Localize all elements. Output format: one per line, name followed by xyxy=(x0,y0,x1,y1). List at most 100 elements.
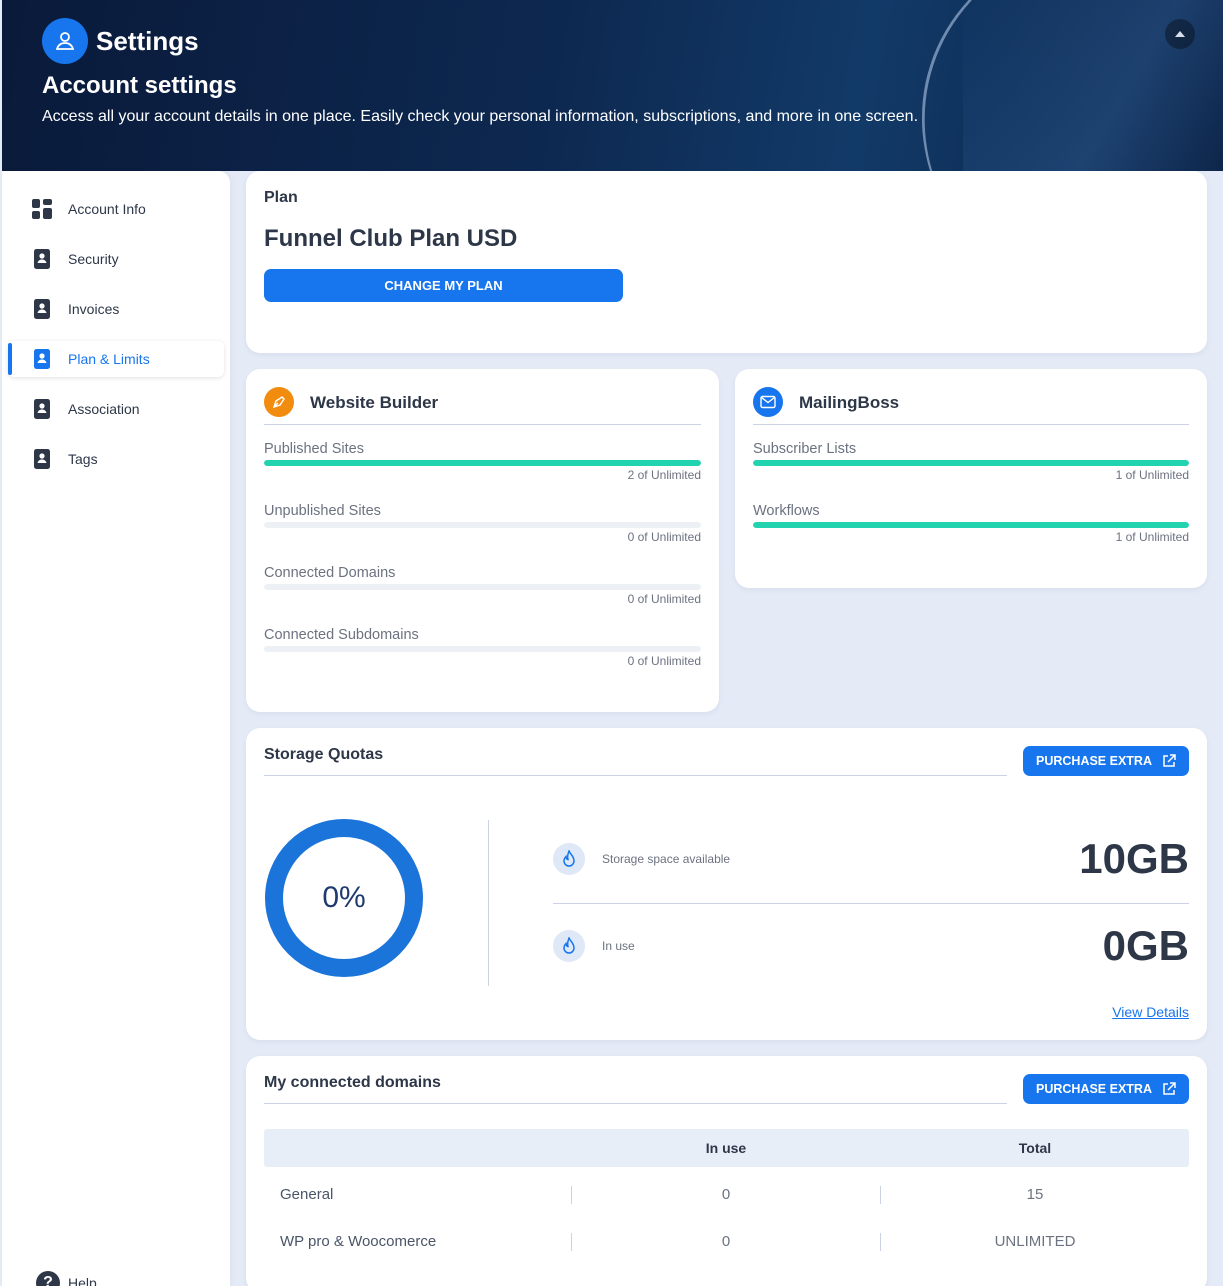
change-plan-button[interactable]: CHANGE MY PLAN xyxy=(264,269,623,302)
usage-progress-bar xyxy=(753,460,1189,466)
domains-table-header: In use Total xyxy=(264,1129,1189,1167)
divider xyxy=(880,1233,881,1251)
usage-published-sites: Published Sites 2 of Unlimited xyxy=(264,441,701,482)
divider xyxy=(571,1186,572,1204)
contact-book-icon xyxy=(32,449,52,469)
domains-title: My connected domains xyxy=(264,1074,1007,1104)
page-header: Settings Account settings Access all you… xyxy=(2,0,1223,171)
sidebar-item-invoices[interactable]: Invoices xyxy=(8,291,224,327)
mailingboss-card: MailingBoss Subscriber Lists 1 of Unlimi… xyxy=(735,369,1207,588)
chevron-up-icon xyxy=(1175,31,1185,37)
usage-connected-subdomains: Connected Subdomains 0 of Unlimited xyxy=(264,627,701,668)
website-builder-card: Website Builder Published Sites 2 of Unl… xyxy=(246,369,719,712)
sidebar-item-label: Plan & Limits xyxy=(68,351,150,367)
settings-heading: Settings xyxy=(42,18,199,64)
storage-percent-used: 0% xyxy=(322,881,366,914)
external-link-icon xyxy=(1163,754,1176,767)
mail-icon xyxy=(753,387,783,417)
domain-in-use: 0 xyxy=(721,1233,731,1250)
flame-icon xyxy=(553,843,585,875)
usage-value: 1 of Unlimited xyxy=(1115,468,1189,482)
help-label: Help xyxy=(68,1275,97,1286)
sidebar-item-account-info[interactable]: Account Info xyxy=(8,191,224,227)
divider xyxy=(880,1186,881,1204)
sidebar: Account Info Security Invoices Plan & Li… xyxy=(2,171,230,1286)
divider xyxy=(553,903,1189,904)
usage-label: Subscriber Lists xyxy=(753,441,857,457)
usage-value: 0 of Unlimited xyxy=(627,592,701,606)
table-row: WP pro & Woocomerce 0 UNLIMITED xyxy=(264,1227,1189,1257)
plan-card: Plan Funnel Club Plan USD CHANGE MY PLAN xyxy=(246,171,1207,353)
storage-in-use-row: In use 0GB xyxy=(553,916,1189,976)
storage-available-label: Storage space available xyxy=(602,852,731,866)
page-title: Account settings xyxy=(42,72,237,99)
domain-total: 15 xyxy=(1026,1186,1044,1203)
storage-available-row: Storage space available 10GB xyxy=(553,829,1189,889)
external-link-icon xyxy=(1163,1082,1176,1095)
usage-value: 2 of Unlimited xyxy=(627,468,701,482)
contact-book-icon xyxy=(32,249,52,269)
usage-progress-fill xyxy=(753,522,1189,528)
app-title: Settings xyxy=(96,25,199,56)
usage-progress-bar xyxy=(753,522,1189,528)
usage-progress-fill xyxy=(264,460,701,466)
domains-purchase-extra-button[interactable]: PURCHASE EXTRA xyxy=(1023,1074,1189,1104)
mailingboss-header: MailingBoss xyxy=(753,387,1189,425)
usage-label: Connected Subdomains xyxy=(264,627,419,643)
storage-available-value: 10GB xyxy=(1079,835,1189,882)
contact-book-icon xyxy=(32,399,52,419)
sidebar-item-label: Invoices xyxy=(68,301,120,317)
user-icon xyxy=(42,18,88,64)
divider xyxy=(488,820,489,986)
sidebar-item-security[interactable]: Security xyxy=(8,241,224,277)
contact-book-icon xyxy=(32,299,52,319)
storage-title: Storage Quotas xyxy=(264,746,1007,776)
help-link[interactable]: ? Help xyxy=(36,1271,97,1286)
plan-name: Funnel Club Plan USD xyxy=(264,225,518,252)
connected-domains-card: My connected domains PURCHASE EXTRA In u… xyxy=(246,1056,1207,1286)
page-description: Access all your account details in one p… xyxy=(42,108,919,125)
usage-value: 1 of Unlimited xyxy=(1115,530,1189,544)
usage-label: Published Sites xyxy=(264,441,364,457)
domain-type: WP pro & Woocomerce xyxy=(280,1233,437,1250)
sidebar-item-label: Account Info xyxy=(68,201,146,217)
divider xyxy=(571,1233,572,1251)
purchase-extra-label: PURCHASE EXTRA xyxy=(1036,754,1152,768)
sidebar-item-tags[interactable]: Tags xyxy=(8,441,224,477)
website-builder-icon xyxy=(264,387,294,417)
table-row: General 0 15 xyxy=(264,1180,1189,1210)
usage-progress-bar xyxy=(264,460,701,466)
usage-unpublished-sites: Unpublished Sites 0 of Unlimited xyxy=(264,503,701,544)
usage-label: Connected Domains xyxy=(264,565,396,581)
usage-progress-bar xyxy=(264,522,701,528)
domain-type: General xyxy=(280,1186,334,1203)
sidebar-item-label: Association xyxy=(68,401,140,417)
website-builder-title: Website Builder xyxy=(310,393,439,412)
sidebar-item-plan-limits[interactable]: Plan & Limits xyxy=(8,341,224,377)
help-icon: ? xyxy=(36,1271,60,1286)
storage-purchase-extra-button[interactable]: PURCHASE EXTRA xyxy=(1023,746,1189,776)
flame-icon xyxy=(553,930,585,962)
domain-total: UNLIMITED xyxy=(994,1233,1076,1250)
column-header-in-use: In use xyxy=(705,1140,747,1156)
domain-in-use: 0 xyxy=(721,1186,731,1203)
contact-book-icon xyxy=(32,349,52,369)
usage-value: 0 of Unlimited xyxy=(627,530,701,544)
usage-progress-bar xyxy=(264,646,701,652)
view-details-link[interactable]: View Details xyxy=(1112,1004,1189,1020)
sidebar-item-label: Tags xyxy=(68,451,98,467)
usage-label: Unpublished Sites xyxy=(264,503,381,519)
usage-progress-bar xyxy=(264,584,701,590)
column-header-total: Total xyxy=(1018,1140,1052,1156)
usage-progress-fill xyxy=(753,460,1189,466)
storage-usage-donut: 0% xyxy=(264,818,424,978)
mailingboss-title: MailingBoss xyxy=(799,393,900,412)
sidebar-item-association[interactable]: Association xyxy=(8,391,224,427)
plan-section-label: Plan xyxy=(264,189,298,206)
usage-connected-domains: Connected Domains 0 of Unlimited xyxy=(264,565,701,606)
usage-value: 0 of Unlimited xyxy=(627,654,701,668)
storage-in-use-value: 0GB xyxy=(1102,922,1189,969)
sidebar-item-label: Security xyxy=(68,251,119,267)
purchase-extra-label: PURCHASE EXTRA xyxy=(1036,1082,1152,1096)
collapse-header-button[interactable] xyxy=(1165,19,1195,49)
